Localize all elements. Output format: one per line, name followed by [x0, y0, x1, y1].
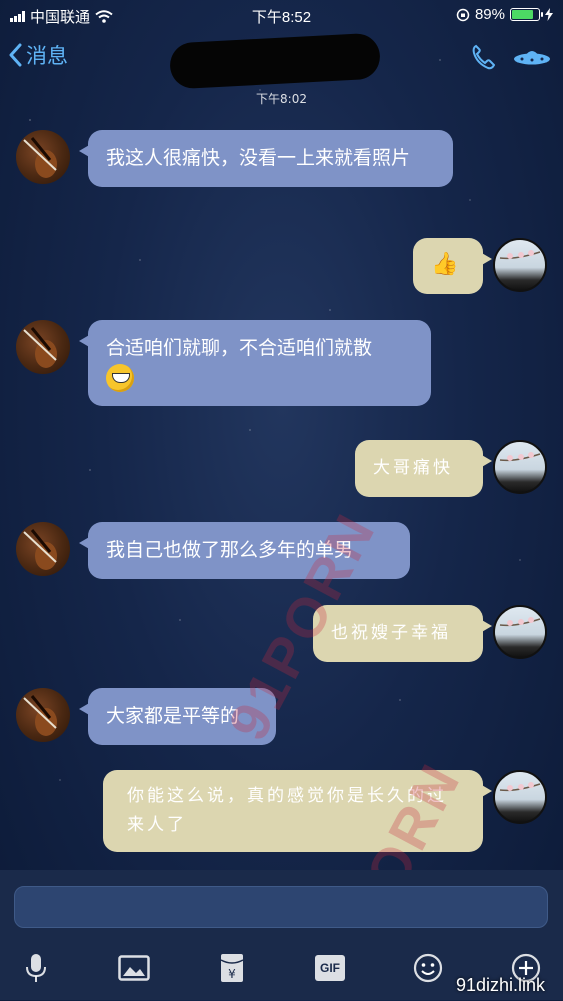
- image-icon: [118, 955, 150, 981]
- red-packet-button[interactable]: ¥: [214, 950, 250, 986]
- thumbs-up-icon: 👍: [431, 252, 462, 277]
- phone-call-button[interactable]: [471, 44, 496, 74]
- message-text: 大哥痛快: [373, 458, 453, 478]
- violin-icon: [23, 327, 57, 368]
- ufo-icon: [514, 51, 550, 65]
- more-options-button[interactable]: [513, 46, 551, 72]
- back-button[interactable]: 消息: [8, 40, 68, 70]
- message-text: 大家都是平等的: [106, 705, 240, 727]
- my-avatar[interactable]: [493, 770, 547, 824]
- incoming-message-bubble[interactable]: 我自己也做了那么多年的单男: [79, 522, 410, 579]
- my-avatar[interactable]: [493, 238, 547, 292]
- blossom-branch-icon: [499, 617, 541, 627]
- grin-face-icon: [106, 363, 134, 392]
- redacted-contact-name: [168, 32, 382, 90]
- contact-avatar[interactable]: [16, 320, 70, 374]
- battery-level: [512, 10, 534, 19]
- incoming-message-bubble[interactable]: 合适咱们就聊，不合适咱们就散: [79, 320, 431, 406]
- outgoing-message-bubble[interactable]: 👍: [413, 238, 492, 294]
- gif-icon: GIF: [315, 955, 345, 981]
- status-right: 89%: [456, 6, 553, 23]
- message-text: 我这人很痛快，没看一上来就看照片: [106, 147, 411, 169]
- nav-actions: [471, 44, 551, 74]
- outgoing-message-bubble[interactable]: 也祝嫂子幸福: [313, 605, 492, 662]
- message-text: 你能这么说，真的感觉你是长久的过来人了: [127, 786, 447, 835]
- orientation-lock-icon: [456, 8, 470, 21]
- blossom-branch-icon: [499, 782, 541, 792]
- contact-avatar[interactable]: [16, 130, 70, 184]
- charging-icon: [545, 8, 553, 21]
- contact-avatar[interactable]: [16, 688, 70, 742]
- photo-button[interactable]: [116, 950, 152, 986]
- navigation-bar: 消息: [0, 30, 563, 90]
- incoming-message-bubble[interactable]: 我这人很痛快，没看一上来就看照片: [79, 130, 453, 187]
- smiley-icon: [413, 953, 443, 983]
- message-text: 我自己也做了那么多年的单男: [106, 539, 354, 561]
- phone-icon: [472, 44, 496, 70]
- message-text: 合适咱们就聊，不合适咱们就散: [106, 337, 373, 359]
- back-label: 消息: [26, 44, 68, 68]
- chevron-left-icon: [9, 43, 22, 67]
- status-bar: 中国联通 下午8:52 89%: [0, 0, 563, 30]
- violin-icon: [23, 529, 57, 570]
- battery-percent: 89%: [474, 6, 505, 23]
- my-avatar[interactable]: [493, 605, 547, 659]
- gif-button[interactable]: GIF: [312, 950, 348, 986]
- svg-text:¥: ¥: [228, 967, 236, 981]
- message-timestamp: 下午8:02: [256, 92, 307, 106]
- red-envelope-icon: ¥: [220, 954, 244, 982]
- message-text: 也祝嫂子幸福: [331, 623, 451, 643]
- blossom-branch-icon: [499, 250, 541, 260]
- violin-icon: [23, 137, 57, 178]
- message-input[interactable]: [14, 886, 548, 928]
- incoming-message-bubble[interactable]: 大家都是平等的: [79, 688, 276, 745]
- outgoing-message-bubble[interactable]: 大哥痛快: [355, 440, 492, 497]
- contact-avatar[interactable]: [16, 522, 70, 576]
- battery-icon: [510, 8, 543, 21]
- outgoing-message-bubble[interactable]: 你能这么说，真的感觉你是长久的过来人了: [103, 770, 492, 852]
- blossom-branch-icon: [499, 452, 541, 462]
- microphone-icon: [26, 954, 46, 982]
- chat-title: [169, 33, 379, 44]
- voice-button[interactable]: [18, 950, 54, 986]
- violin-icon: [23, 695, 57, 736]
- site-watermark: 91dizhi.link: [455, 975, 545, 995]
- emoji-button[interactable]: [410, 950, 446, 986]
- gif-label: GIF: [320, 961, 340, 975]
- my-avatar[interactable]: [493, 440, 547, 494]
